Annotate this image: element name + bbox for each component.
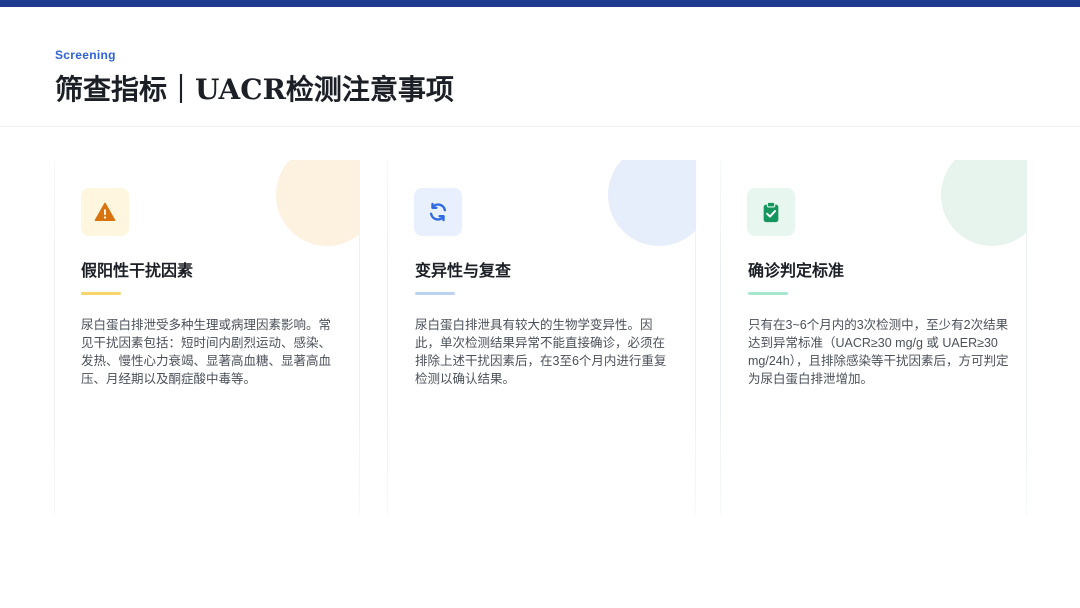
card-border-left	[720, 160, 721, 515]
decorative-circle	[276, 160, 360, 246]
card-diagnosis-criteria: 确诊判定标准 只有在3~6个月内的3次检测中，至少有2次结果达到异常标准（UAC…	[720, 160, 1027, 515]
card-text: 尿白蛋白排泄受多种生理或病理因素影响。常见干扰因素包括：短时间内剧烈运动、感染、…	[81, 318, 332, 386]
warning-icon	[81, 188, 129, 236]
card-variability: 变异性与复查 尿白蛋白排泄具有较大的生物学变异性。因此，单次检测结果异常不能直接…	[387, 160, 696, 515]
card-false-positive: 假阳性干扰因素 尿白蛋白排泄受多种生理或病理因素影响。常见干扰因素包括：短时间内…	[54, 160, 360, 515]
card-text: 只有在3~6个月内的3次检测中，至少有2次结果达到异常标准（UACR≥30 mg…	[748, 318, 1009, 386]
section-eyebrow: Screening	[55, 48, 116, 62]
card-border-left	[54, 160, 55, 515]
decorative-circle	[608, 160, 696, 246]
card-title: 确诊判定标准	[748, 261, 845, 280]
header-divider	[0, 126, 1080, 127]
page-header: Screening 筛查指标｜UACR检测注意事项	[55, 48, 454, 108]
card-title: 假阳性干扰因素	[81, 261, 194, 280]
card-title: 变异性与复查	[415, 261, 512, 280]
refresh-icon	[414, 188, 462, 236]
card-accent-line	[81, 292, 121, 295]
decorative-circle	[941, 160, 1027, 246]
top-accent-bar	[0, 0, 1080, 7]
card-border-left	[387, 160, 388, 515]
clipboard-check-icon	[747, 188, 795, 236]
card-accent-line	[415, 292, 455, 295]
card-accent-line	[748, 292, 788, 295]
page-title: 筛查指标｜UACR检测注意事项	[55, 73, 454, 106]
card-text: 尿白蛋白排泄具有较大的生物学变异性。因此，单次检测结果异常不能直接确诊，必须在排…	[415, 318, 667, 386]
